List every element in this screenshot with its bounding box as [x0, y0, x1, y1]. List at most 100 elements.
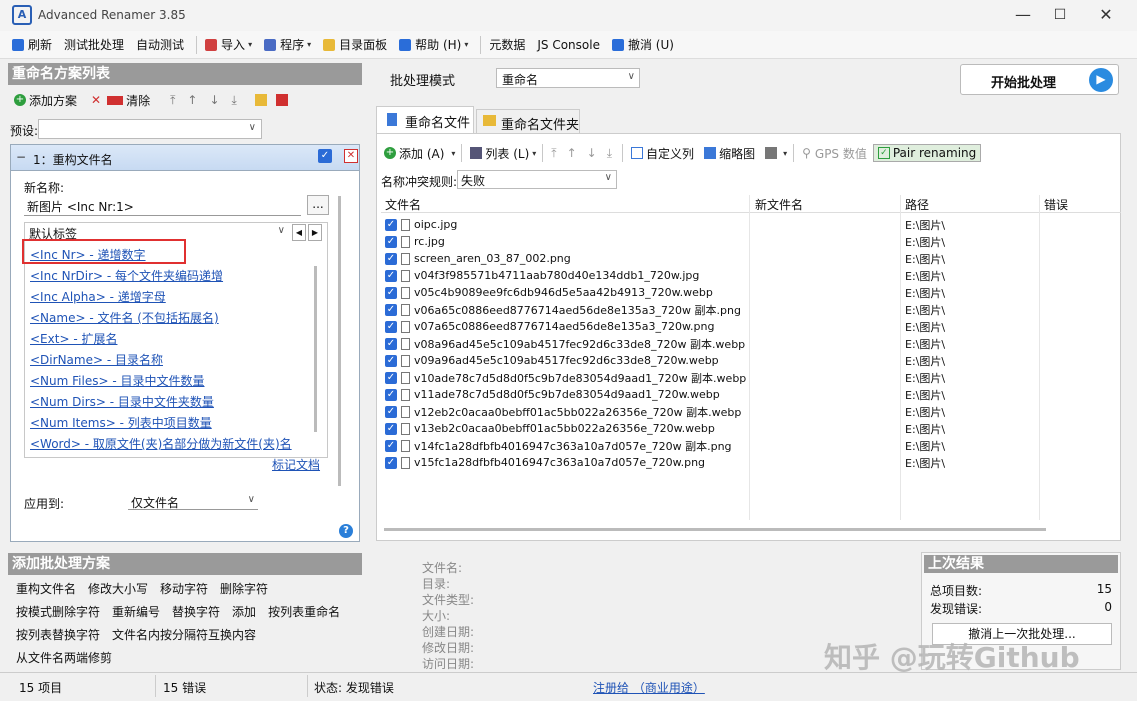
- horizontal-scrollbar[interactable]: [384, 528, 1046, 531]
- tag-link[interactable]: <Ext> - 扩展名: [30, 332, 318, 353]
- menu-item[interactable]: 帮助 (H) ▾: [399, 36, 468, 53]
- remove-method-icon[interactable]: ✕: [344, 149, 358, 163]
- row-checkbox[interactable]: ✓: [385, 320, 397, 333]
- menu-item[interactable]: 撤消 (U): [611, 36, 674, 53]
- table-row[interactable]: ✓ v14fc1a28dfbfb4016947c363a10a7d057e_720…: [381, 437, 1121, 454]
- table-row[interactable]: ✓ v08a96ad45e5c109ab4517fec92d6c33de8_720…: [381, 335, 1121, 352]
- move-bottom-icon[interactable]: ⤓: [232, 93, 237, 108]
- batch-method-item[interactable]: 重构文件名: [16, 582, 76, 596]
- menu-item[interactable]: 导入 ▾: [205, 36, 252, 53]
- gps-button[interactable]: GPS 数值: [815, 145, 867, 162]
- row-checkbox[interactable]: ✓: [385, 371, 397, 384]
- delete-icon[interactable]: ✕: [91, 93, 101, 107]
- conflict-select[interactable]: 失败 ∨: [457, 170, 617, 189]
- row-checkbox[interactable]: ✓: [385, 354, 397, 367]
- row-checkbox[interactable]: ✓: [385, 422, 397, 435]
- close-button[interactable]: ✕: [1083, 0, 1129, 31]
- column-filename[interactable]: 文件名: [385, 196, 421, 213]
- row-checkbox[interactable]: ✓: [385, 439, 397, 452]
- clear-button[interactable]: 清除: [107, 92, 150, 109]
- move-up-icon[interactable]: ↑: [187, 93, 197, 107]
- tags-prev-button[interactable]: ◀: [292, 224, 306, 241]
- menu-item[interactable]: 自动测试: [136, 36, 184, 53]
- tag-link[interactable]: <DirName> - 目录名称: [30, 353, 318, 374]
- menu-item[interactable]: JS Console: [537, 38, 600, 52]
- tags-scrollbar[interactable]: [314, 266, 317, 432]
- table-row[interactable]: ✓ v12eb2c0acaa0bebff01ac5bb022a26356e_720…: [381, 403, 1121, 420]
- tab-rename-folders[interactable]: 重命名文件夹: [476, 109, 580, 133]
- move-bottom-icon[interactable]: ⤓: [607, 146, 612, 161]
- move-top-icon[interactable]: ⤒: [170, 93, 175, 108]
- open-folder-icon[interactable]: [254, 94, 267, 106]
- tags-next-button[interactable]: ▶: [308, 224, 322, 241]
- row-checkbox[interactable]: ✓: [385, 218, 397, 231]
- move-down-icon[interactable]: ↓: [209, 93, 219, 107]
- table-row[interactable]: ✓ v11ade78c7d5d8d0f5c9b7de83054d9aad1_720…: [381, 386, 1121, 403]
- batch-method-item[interactable]: 修改大小写: [88, 582, 148, 596]
- tag-link[interactable]: <Name> - 文件名 (不包括拓展名): [30, 311, 318, 332]
- help-icon[interactable]: ?: [339, 524, 353, 538]
- row-checkbox[interactable]: ✓: [385, 303, 397, 316]
- menu-item[interactable]: 测试批处理: [64, 36, 124, 53]
- maximize-button[interactable]: ☐: [1037, 0, 1083, 31]
- add-method-button[interactable]: + 添加方案: [14, 92, 77, 109]
- table-row[interactable]: ✓ oipc.jpg E:\图片\: [381, 216, 1121, 233]
- column-path[interactable]: 路径: [905, 196, 929, 213]
- tag-link[interactable]: <Num Dirs> - 目录中文件夹数量: [30, 395, 318, 416]
- batch-method-item[interactable]: 文件名内按分隔符互换内容: [112, 628, 256, 642]
- table-row[interactable]: ✓ v05c4b9089ee9fc6db946d5e5aa42b4913_720w…: [381, 284, 1121, 301]
- custom-columns-button[interactable]: 自定义列: [646, 145, 694, 162]
- table-row[interactable]: ✓ v15fc1a28dfbfb4016947c363a10a7d057e_720…: [381, 454, 1121, 471]
- menu-item[interactable]: 元数据: [489, 36, 525, 53]
- new-name-input[interactable]: 新图片 <Inc Nr:1>: [24, 196, 301, 216]
- table-row[interactable]: ✓ rc.jpg E:\图片\: [381, 233, 1121, 250]
- row-checkbox[interactable]: ✓: [385, 388, 397, 401]
- add-files-button[interactable]: 添加 (A): [399, 145, 444, 162]
- row-checkbox[interactable]: ✓: [385, 456, 397, 469]
- tab-rename-files[interactable]: 重命名文件: [376, 106, 474, 133]
- save-icon[interactable]: [275, 94, 288, 106]
- table-row[interactable]: ✓ v04f3f985571b4711aab780d40e134ddb1_720w…: [381, 267, 1121, 284]
- row-checkbox[interactable]: ✓: [385, 269, 397, 282]
- batch-method-item[interactable]: 按模式删除字符: [16, 605, 100, 619]
- tag-link[interactable]: <Inc NrDir> - 每个文件夹编码递增: [30, 269, 318, 290]
- batch-method-item[interactable]: 按列表重命名: [268, 605, 340, 619]
- batch-method-item[interactable]: 删除字符: [220, 582, 268, 596]
- row-checkbox[interactable]: ✓: [385, 405, 397, 418]
- tag-link[interactable]: <Inc Alpha> - 递增字母: [30, 290, 318, 311]
- move-down-icon[interactable]: ↓: [587, 146, 597, 160]
- method-scrollbar[interactable]: [338, 196, 341, 486]
- batch-method-item[interactable]: 按列表替换字符: [16, 628, 100, 642]
- collapse-icon[interactable]: −: [16, 150, 26, 164]
- move-top-icon[interactable]: ⤒: [551, 146, 556, 161]
- tag-link[interactable]: <Word> - 取原文件(夹)名部分做为新文件(夹)名: [30, 437, 318, 458]
- list-button[interactable]: 列表 (L): [485, 145, 529, 162]
- row-checkbox[interactable]: ✓: [385, 252, 397, 265]
- move-up-icon[interactable]: ↑: [567, 146, 577, 160]
- menu-item[interactable]: 目录面板: [323, 36, 387, 53]
- batch-method-item[interactable]: 替换字符: [172, 605, 220, 619]
- menu-item[interactable]: 程序 ▾: [264, 36, 311, 53]
- table-row[interactable]: ✓ v10ade78c7d5d8d0f5c9b7de83054d9aad1_720…: [381, 369, 1121, 386]
- tag-link[interactable]: <Num Items> - 列表中项目数量: [30, 416, 318, 437]
- registered-link[interactable]: 注册给 （商业用途）: [593, 679, 705, 696]
- pair-renaming-button[interactable]: ✓ Pair renaming: [872, 144, 982, 162]
- thumbnail-button[interactable]: 缩略图: [719, 145, 755, 162]
- table-row[interactable]: ✓ screen_aren_03_87_002.png E:\图片\: [381, 250, 1121, 267]
- row-checkbox[interactable]: ✓: [385, 337, 397, 350]
- table-row[interactable]: ✓ v09a96ad45e5c109ab4517fec92d6c33de8_720…: [381, 352, 1121, 369]
- column-error[interactable]: 错误: [1044, 196, 1068, 213]
- row-checkbox[interactable]: ✓: [385, 235, 397, 248]
- batch-method-item[interactable]: 重新编号: [112, 605, 160, 619]
- batch-method-item[interactable]: 添加: [232, 605, 256, 619]
- batch-mode-select[interactable]: 重命名 ∨: [496, 68, 640, 88]
- method-enabled-checkbox[interactable]: ✓: [318, 149, 332, 163]
- preset-select[interactable]: ∨: [38, 119, 262, 139]
- tag-link[interactable]: <Num Files> - 目录中文件数量: [30, 374, 318, 395]
- column-newname[interactable]: 新文件名: [755, 196, 803, 213]
- tag-docs-link[interactable]: 标记文档: [272, 456, 320, 473]
- menu-item[interactable]: 刷新: [12, 36, 52, 53]
- table-row[interactable]: ✓ v13eb2c0acaa0bebff01ac5bb022a26356e_720…: [381, 420, 1121, 437]
- browse-button[interactable]: ...: [307, 195, 329, 215]
- apply-to-select[interactable]: 仅文件名 ∨: [128, 492, 258, 510]
